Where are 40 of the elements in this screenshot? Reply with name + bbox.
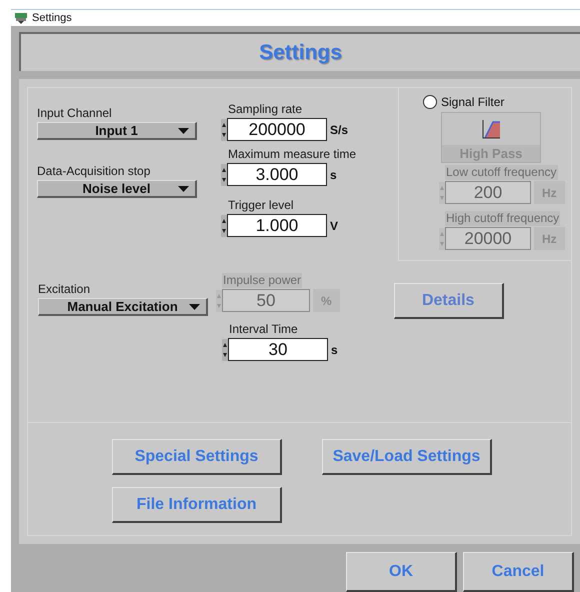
- unit-label: %: [313, 289, 340, 312]
- field-label: Interval Time: [228, 322, 299, 337]
- unit-label: s: [331, 342, 338, 358]
- spinner-icon[interactable]: [222, 338, 228, 360]
- caret-icon: [178, 186, 189, 192]
- unit-label: S/s: [330, 122, 348, 138]
- number-field[interactable]: 200000: [227, 118, 327, 141]
- unit-label: V: [330, 218, 338, 234]
- dropdown[interactable]: Noise level: [37, 180, 197, 198]
- number-field[interactable]: 30: [228, 338, 328, 361]
- caret-icon: [178, 128, 189, 134]
- radio-button[interactable]: [423, 95, 437, 109]
- dropdown[interactable]: Manual Excitation: [38, 298, 208, 316]
- number-field[interactable]: 1.000: [227, 214, 327, 237]
- unit-label: s: [330, 166, 337, 184]
- dropdown[interactable]: Input 1: [37, 122, 197, 140]
- filter-label: Signal Filter: [441, 94, 504, 111]
- panel-button[interactable]: OK: [346, 552, 457, 592]
- number-field[interactable]: 3.000: [227, 163, 327, 186]
- field-label: Trigger level: [227, 198, 295, 213]
- field-label: Excitation: [38, 282, 92, 296]
- panel-button[interactable]: File Information: [112, 487, 282, 523]
- field-label: Input Channel: [37, 106, 113, 120]
- high-pass-filter-icon: [480, 118, 502, 140]
- spinner-icon[interactable]: [221, 164, 227, 186]
- field-label: Impulse power: [222, 273, 302, 288]
- field-label: High cutoff frequency: [445, 211, 560, 226]
- panel-button[interactable]: Special Settings: [112, 439, 282, 475]
- field-label: Maximum measure time: [227, 147, 358, 162]
- spinner-icon[interactable]: [221, 214, 227, 236]
- field-label: Low cutoff frequency: [445, 165, 558, 180]
- window-title: Settings: [32, 10, 72, 26]
- page-title: Settings: [259, 40, 342, 66]
- panel-button[interactable]: Save/Load Settings: [322, 439, 492, 475]
- app-icon: [14, 10, 28, 25]
- spinner-icon[interactable]: [221, 118, 227, 140]
- field-label: Sampling rate: [227, 102, 304, 117]
- caret-icon: [189, 304, 200, 310]
- panel-button[interactable]: Cancel: [463, 552, 574, 592]
- field-label: Data-Acquisition stop: [37, 164, 152, 178]
